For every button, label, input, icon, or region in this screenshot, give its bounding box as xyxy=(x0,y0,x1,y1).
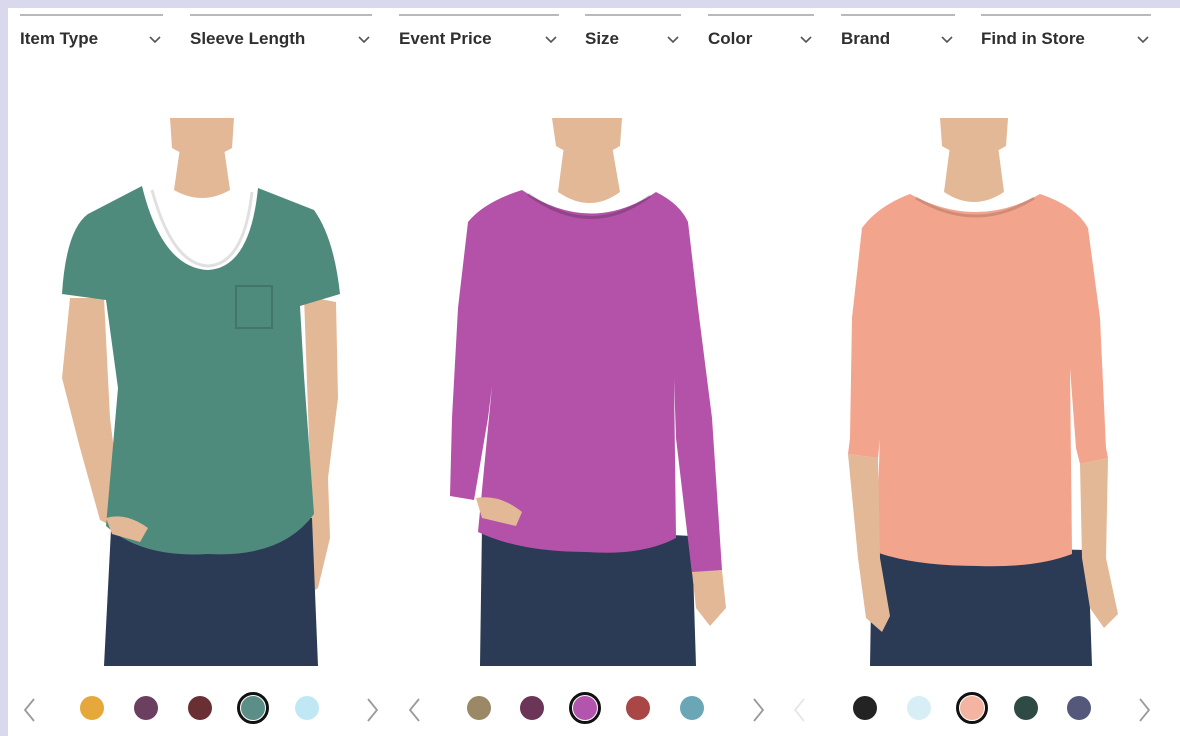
product-image xyxy=(848,118,1118,666)
swatch-dot xyxy=(1014,696,1038,720)
filter-label: Sleeve Length xyxy=(190,29,306,48)
filter-label: Event Price xyxy=(399,29,492,48)
filter-brand[interactable]: Brand xyxy=(841,14,955,56)
swatch-dot xyxy=(907,696,931,720)
filter-label: Color xyxy=(708,29,753,48)
color-swatch[interactable] xyxy=(184,692,216,724)
color-swatch[interactable] xyxy=(622,692,654,724)
color-swatch[interactable] xyxy=(956,692,988,724)
swatch-dot xyxy=(188,696,212,720)
filter-label: Find in Store xyxy=(981,29,1085,48)
color-swatch[interactable] xyxy=(569,692,601,724)
filter-label: Brand xyxy=(841,29,891,48)
chevron-down-icon xyxy=(665,25,681,47)
filter-label: Size xyxy=(585,29,620,48)
product-card-2[interactable] xyxy=(410,118,770,666)
swatch-dot xyxy=(467,696,491,720)
product-listing-page: Item Type Sleeve Length Event Price Size… xyxy=(8,8,1180,736)
swatch-dot xyxy=(1067,696,1091,720)
filter-color[interactable]: Color xyxy=(708,14,814,56)
color-swatch[interactable] xyxy=(291,692,323,724)
filter-item-type[interactable]: Item Type xyxy=(20,14,163,56)
chevron-down-icon xyxy=(147,25,163,47)
swatch-dot xyxy=(520,696,544,720)
color-swatch[interactable] xyxy=(130,692,162,724)
swatch-next-arrow[interactable] xyxy=(362,696,382,724)
product-image xyxy=(62,118,340,666)
swatch-prev-arrow[interactable] xyxy=(405,696,425,724)
swatch-dot xyxy=(626,696,650,720)
swatch-dot xyxy=(960,696,984,720)
color-swatch[interactable] xyxy=(76,692,108,724)
color-swatch[interactable] xyxy=(676,692,708,724)
swatch-dot xyxy=(680,696,704,720)
color-swatch[interactable] xyxy=(516,692,548,724)
swatch-next-arrow[interactable] xyxy=(748,696,768,724)
chevron-down-icon xyxy=(798,25,814,47)
product-image xyxy=(450,118,726,666)
swatch-next-arrow[interactable] xyxy=(1134,696,1154,724)
color-swatch[interactable] xyxy=(237,692,269,724)
filter-event-price[interactable]: Event Price xyxy=(399,14,559,56)
color-swatch[interactable] xyxy=(849,692,881,724)
swatch-dot xyxy=(80,696,104,720)
swatch-dot xyxy=(134,696,158,720)
swatch-dot xyxy=(295,696,319,720)
product-card-1[interactable] xyxy=(22,118,382,666)
swatch-dot xyxy=(853,696,877,720)
swatch-prev-arrow-disabled xyxy=(790,696,810,724)
color-swatch[interactable] xyxy=(463,692,495,724)
filter-sleeve-length[interactable]: Sleeve Length xyxy=(190,14,372,56)
chevron-down-icon xyxy=(1135,25,1151,47)
filter-label: Item Type xyxy=(20,29,99,48)
color-swatch[interactable] xyxy=(1010,692,1042,724)
swatch-prev-arrow[interactable] xyxy=(20,696,40,724)
swatch-dot xyxy=(241,696,265,720)
filter-find-in-store[interactable]: Find in Store xyxy=(981,14,1151,56)
color-swatch[interactable] xyxy=(1063,692,1095,724)
product-card-3[interactable] xyxy=(786,118,1146,666)
chevron-down-icon xyxy=(939,25,955,47)
swatch-dot xyxy=(573,696,597,720)
chevron-down-icon xyxy=(543,25,559,47)
color-swatch[interactable] xyxy=(903,692,935,724)
chevron-down-icon xyxy=(356,25,372,47)
filter-size[interactable]: Size xyxy=(585,14,681,56)
